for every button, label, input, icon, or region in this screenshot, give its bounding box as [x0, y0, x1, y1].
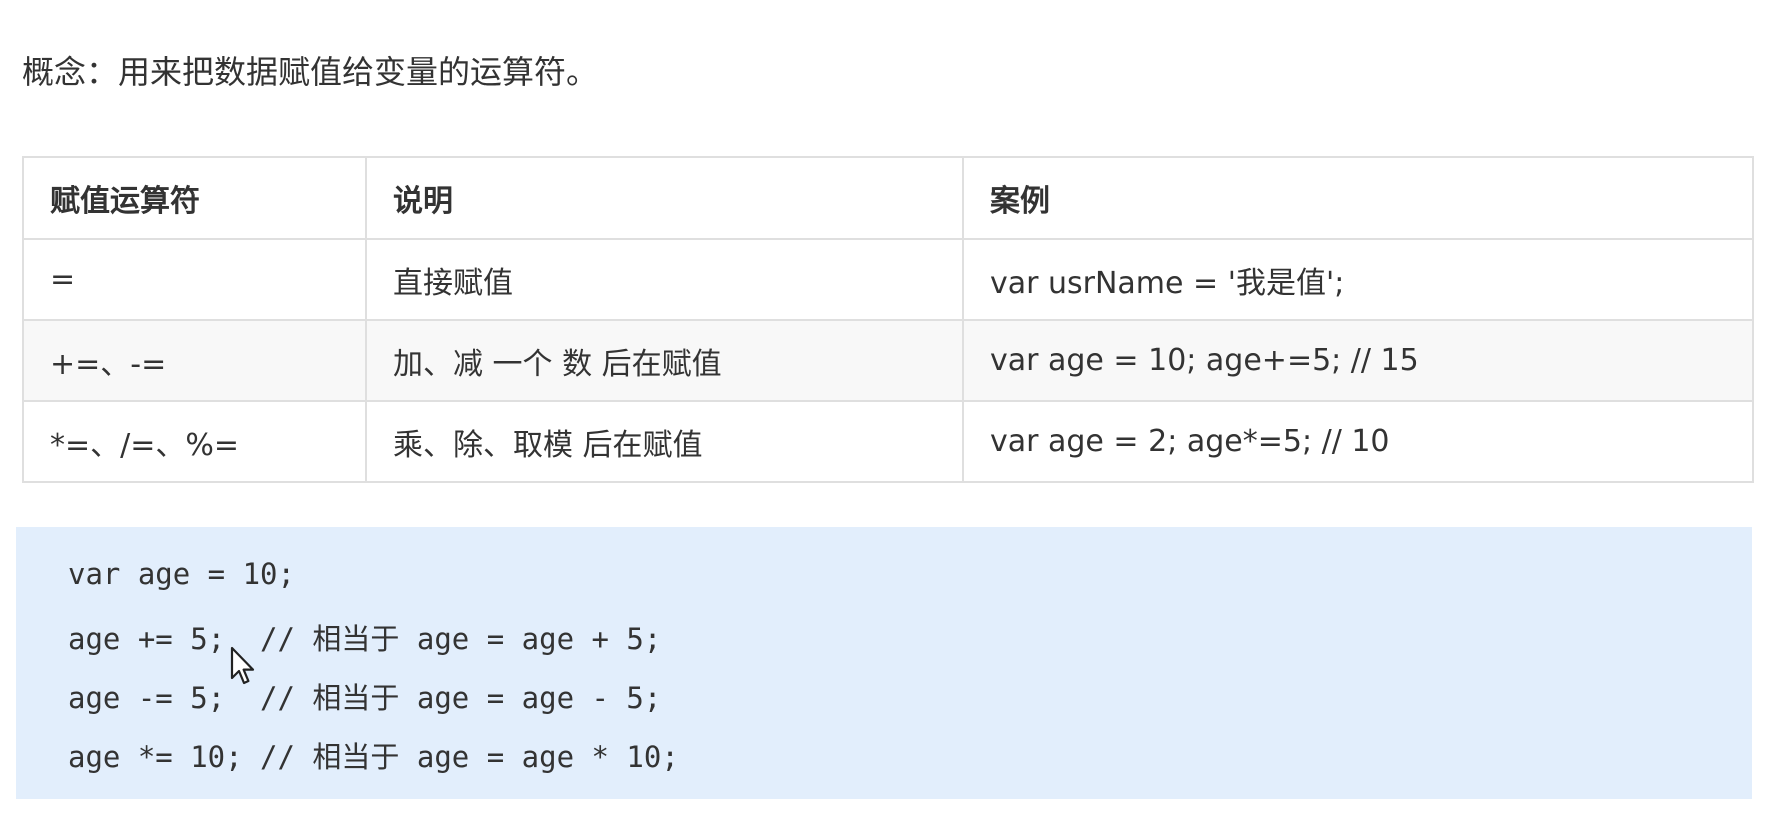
table-header-row: 赋值运算符 说明 案例	[22, 156, 1754, 240]
cell-example: var age = 2; age*=5; // 10	[962, 400, 1754, 483]
assignment-operators-table: 赋值运算符 说明 案例 = 直接赋值 var usrName = '我是值'; …	[22, 156, 1754, 483]
cell-operator: =	[22, 238, 367, 321]
code-block: var age = 10; age += 5; // 相当于 age = age…	[16, 527, 1752, 799]
code-line: age *= 10; // 相当于 age = age * 10;	[68, 740, 679, 774]
header-operator: 赋值运算符	[22, 156, 367, 240]
cell-description: 乘、除、取模 后在赋值	[365, 400, 964, 483]
cell-operator: *=、/=、%=	[22, 400, 367, 483]
concept-text: 概念：用来把数据赋值给变量的运算符。	[22, 53, 599, 91]
header-example: 案例	[962, 156, 1754, 240]
cell-description: 直接赋值	[365, 238, 964, 321]
table-row: = 直接赋值 var usrName = '我是值';	[22, 238, 1754, 321]
cell-operator: +=、-=	[22, 319, 367, 402]
mouse-cursor-icon	[230, 646, 255, 685]
code-line: age -= 5; // 相当于 age = age - 5;	[68, 681, 662, 715]
cell-example: var age = 10; age+=5; // 15	[962, 319, 1754, 402]
code-line: var age = 10;	[68, 557, 295, 591]
cell-example: var usrName = '我是值';	[962, 238, 1754, 321]
cell-description: 加、减 一个 数 后在赋值	[365, 319, 964, 402]
table-row: *=、/=、%= 乘、除、取模 后在赋值 var age = 2; age*=5…	[22, 400, 1754, 483]
header-description: 说明	[365, 156, 964, 240]
table-row: +=、-= 加、减 一个 数 后在赋值 var age = 10; age+=5…	[22, 319, 1754, 402]
code-line: age += 5; // 相当于 age = age + 5;	[68, 622, 662, 656]
